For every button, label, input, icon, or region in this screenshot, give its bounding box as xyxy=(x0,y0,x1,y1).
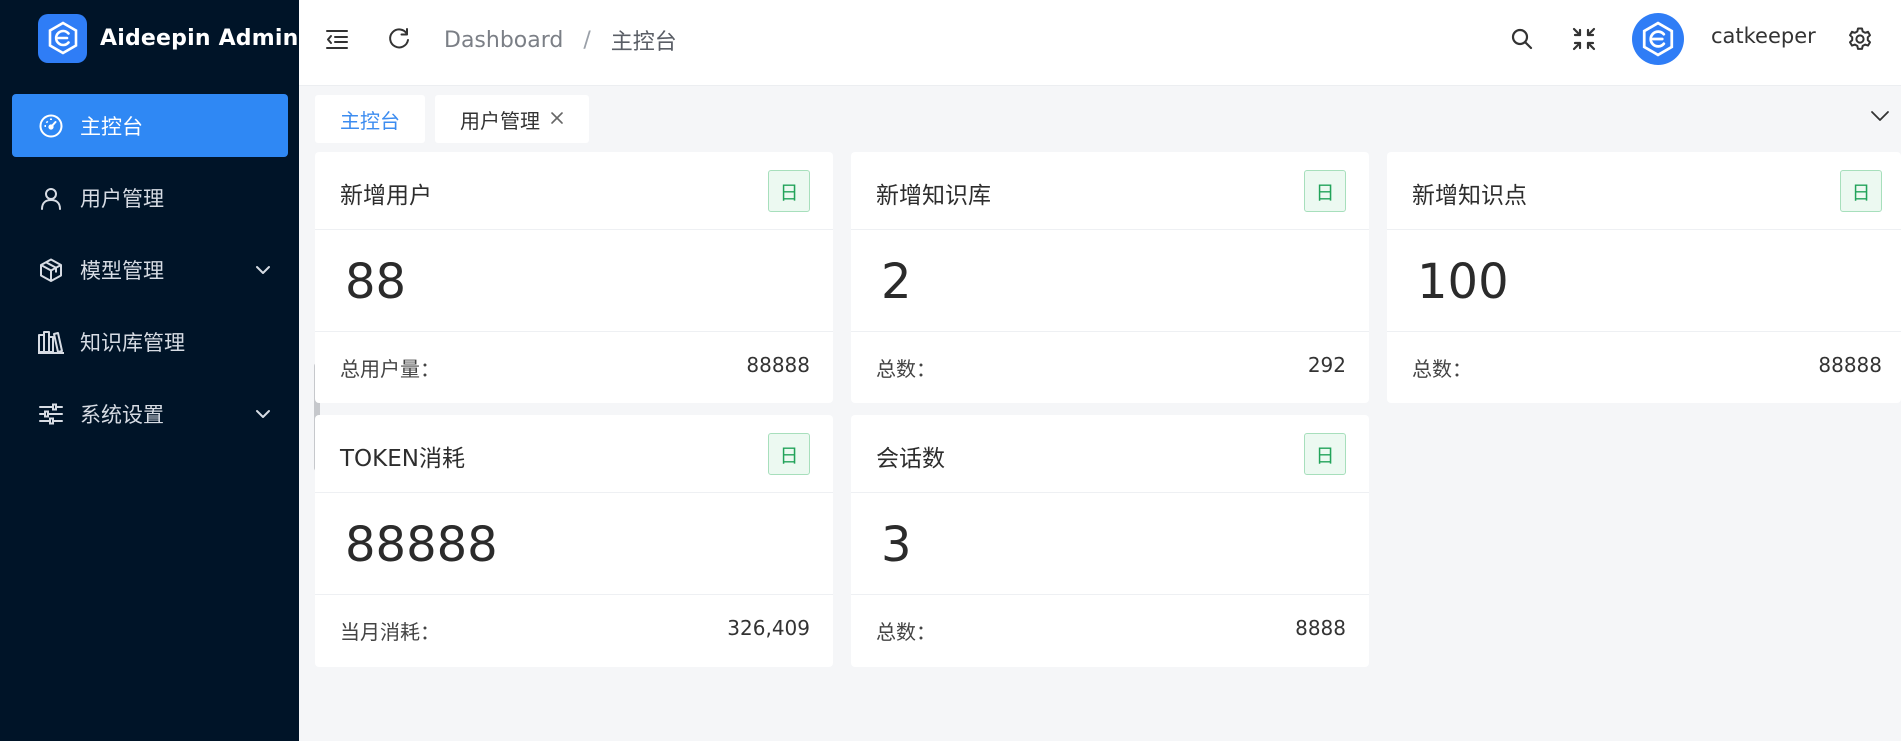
card-header: 新增知识点 日 xyxy=(1387,152,1901,230)
breadcrumb-current: 主控台 xyxy=(610,30,677,55)
card-footer: 当月消耗： 326,409 xyxy=(315,595,833,665)
card-footer: 总数： 292 xyxy=(851,332,1369,402)
sidebar-item-user-management[interactable]: 用户管理 xyxy=(12,166,288,229)
user-icon xyxy=(36,183,66,213)
card-header: 新增用户 日 xyxy=(315,152,833,230)
gear-icon[interactable] xyxy=(1840,19,1880,59)
cube-icon xyxy=(36,255,66,285)
period-badge[interactable]: 日 xyxy=(1304,433,1346,475)
period-badge[interactable]: 日 xyxy=(768,433,810,475)
card-body: 2 xyxy=(851,230,1369,332)
close-icon[interactable] xyxy=(550,109,564,130)
card-value: 3 xyxy=(881,517,912,573)
period-badge[interactable]: 日 xyxy=(768,170,810,212)
tab-user-management[interactable]: 用户管理 xyxy=(435,95,589,143)
card-footer-value: 292 xyxy=(1307,353,1346,377)
sidebar-item-model-management[interactable]: 模型管理 xyxy=(12,238,288,301)
card-header: 会话数 日 xyxy=(851,415,1369,493)
card-body: 88888 xyxy=(315,493,833,595)
stat-card-sessions: 会话数 日 3 总数： 8888 xyxy=(851,415,1369,667)
card-title: 会话数 xyxy=(876,446,945,472)
card-footer-label: 当月消耗： xyxy=(340,620,440,644)
breadcrumb: Dashboard / 主控台 xyxy=(444,24,677,56)
tab-dashboard[interactable]: 主控台 xyxy=(315,95,425,143)
card-value: 88 xyxy=(345,254,407,310)
card-footer-label: 总用户量： xyxy=(340,357,440,381)
app-root: Aideepin Admin 主控台 用户管理 模型管理 知识库管理 系统设置 … xyxy=(0,0,1901,741)
stat-card-token-usage: TOKEN消耗 日 88888 当月消耗： 326,409 xyxy=(315,415,833,667)
card-body: 88 xyxy=(315,230,833,332)
period-badge[interactable]: 日 xyxy=(1840,170,1882,212)
period-badge[interactable]: 日 xyxy=(1304,170,1346,212)
sidebar-item-dashboard[interactable]: 主控台 xyxy=(12,94,288,157)
card-title: 新增知识点 xyxy=(1412,183,1527,209)
card-header: 新增知识库 日 xyxy=(851,152,1369,230)
card-footer-value: 88888 xyxy=(1818,353,1882,377)
sidebar-item-label: 系统设置 xyxy=(80,402,164,427)
tab-label: 用户管理 xyxy=(460,108,540,133)
sidebar-item-system-settings[interactable]: 系统设置 xyxy=(12,382,288,445)
sidebar: Aideepin Admin 主控台 用户管理 模型管理 知识库管理 系统设置 xyxy=(0,0,299,741)
card-body: 100 xyxy=(1387,230,1901,332)
refresh-icon[interactable] xyxy=(379,19,419,59)
avatar[interactable] xyxy=(1632,13,1684,65)
card-value: 88888 xyxy=(345,517,498,573)
tabs-bar: 主控台 用户管理 xyxy=(299,86,1901,150)
card-footer: 总数： 88888 xyxy=(1387,332,1901,402)
card-title: 新增知识库 xyxy=(876,183,991,209)
sidebar-item-label: 主控台 xyxy=(80,114,143,139)
card-body: 3 xyxy=(851,493,1369,595)
card-footer: 总数： 8888 xyxy=(851,595,1369,665)
sidebar-item-label: 知识库管理 xyxy=(80,330,185,355)
card-footer-value: 8888 xyxy=(1295,616,1346,640)
top-header: Dashboard / 主控台 catkeeper xyxy=(299,0,1901,86)
sidebar-menu: 主控台 用户管理 模型管理 知识库管理 系统设置 xyxy=(12,94,288,454)
card-value: 2 xyxy=(881,254,912,310)
card-footer: 总用户量： 88888 xyxy=(315,332,833,402)
sidebar-item-knowledge-base[interactable]: 知识库管理 xyxy=(12,310,288,373)
brand[interactable]: Aideepin Admin xyxy=(38,13,298,63)
stat-card-new-knowledge-bases: 新增知识库 日 2 总数： 292 xyxy=(851,152,1369,403)
username[interactable]: catkeeper xyxy=(1711,24,1816,48)
library-icon xyxy=(36,327,66,357)
card-title: 新增用户 xyxy=(340,183,432,209)
tab-label: 主控台 xyxy=(340,108,400,133)
chevron-down-icon xyxy=(250,257,276,283)
stat-card-new-knowledge-points: 新增知识点 日 100 总数： 88888 xyxy=(1387,152,1901,403)
search-icon[interactable] xyxy=(1502,19,1542,59)
card-footer-value: 326,409 xyxy=(727,616,810,640)
card-footer-label: 总数： xyxy=(1412,357,1472,381)
card-title: TOKEN消耗 xyxy=(340,446,465,472)
card-header: TOKEN消耗 日 xyxy=(315,415,833,493)
card-value: 100 xyxy=(1417,254,1509,310)
dashboard-gauge-icon xyxy=(36,111,66,141)
tabs-dropdown-chevron-icon[interactable] xyxy=(1865,101,1895,131)
breadcrumb-root[interactable]: Dashboard xyxy=(444,28,563,53)
sidebar-item-label: 用户管理 xyxy=(80,186,164,211)
app-title: Aideepin Admin xyxy=(100,25,299,51)
card-footer-label: 总数： xyxy=(876,357,936,381)
card-footer-label: 总数： xyxy=(876,620,936,644)
sliders-icon xyxy=(36,399,66,429)
breadcrumb-separator: / xyxy=(583,27,591,53)
sidebar-item-label: 模型管理 xyxy=(80,258,164,283)
fullscreen-icon[interactable] xyxy=(1564,19,1604,59)
chevron-down-icon xyxy=(250,401,276,427)
stat-card-new-users: 新增用户 日 88 总用户量： 88888 xyxy=(315,152,833,403)
card-footer-value: 88888 xyxy=(746,353,810,377)
collapse-menu-icon[interactable] xyxy=(317,19,357,59)
app-logo-icon xyxy=(38,13,87,63)
